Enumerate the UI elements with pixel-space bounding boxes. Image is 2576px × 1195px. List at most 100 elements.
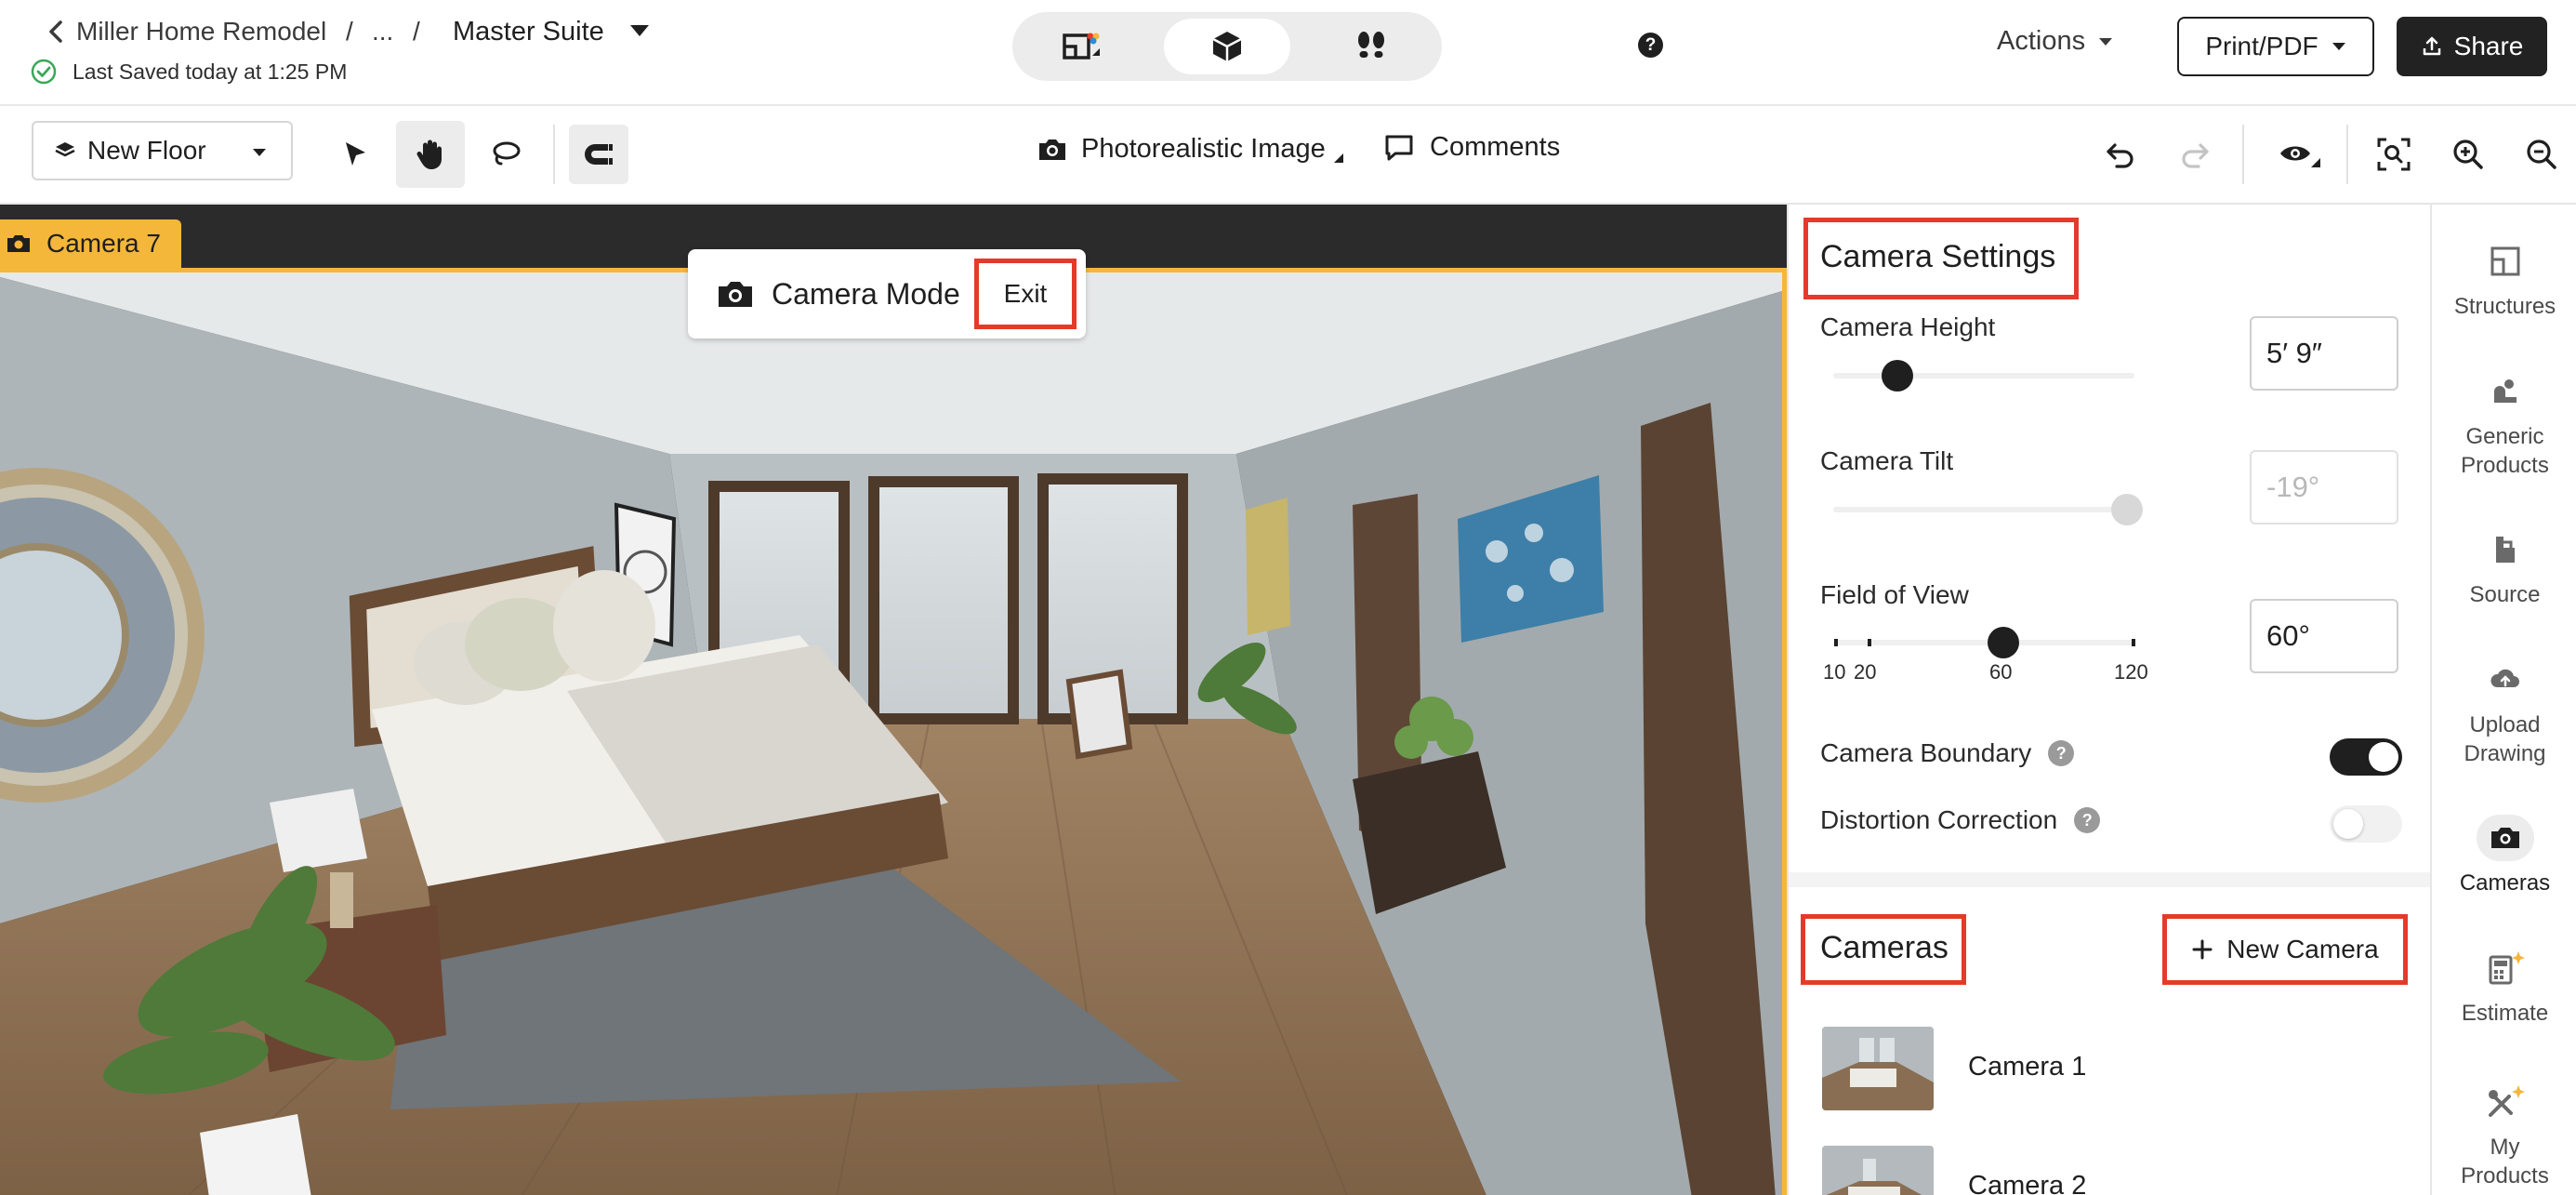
print-pdf-button[interactable]: Print/PDF xyxy=(2177,17,2374,76)
fov-tick-label: 120 xyxy=(2114,660,2148,684)
back-chevron-icon[interactable] xyxy=(46,19,65,45)
rail-item-upload-drawing[interactable]: Upload Drawing xyxy=(2432,657,2576,768)
camera-settings-title: Camera Settings xyxy=(1820,239,2056,274)
rail-item-structures[interactable]: Structures xyxy=(2432,238,2576,321)
new-camera-button[interactable]: New Camera xyxy=(2162,914,2408,985)
breadcrumb-ellipsis[interactable]: ... xyxy=(372,17,393,46)
rail-item-estimate[interactable]: Estimate xyxy=(2432,945,2576,1028)
floor-select-label: New Floor xyxy=(87,136,206,165)
active-camera-tag: Camera 7 xyxy=(0,219,181,268)
field-of-view-slider-handle[interactable] xyxy=(1988,627,2019,658)
rail-item-source[interactable]: Source xyxy=(2432,526,2576,609)
layers-icon xyxy=(55,142,75,157)
rail-item-label: Structures xyxy=(2453,294,2556,319)
new-camera-label: New Camera xyxy=(2226,935,2379,963)
camera-mode-banner: Camera Mode Exit xyxy=(688,249,1086,339)
generic-products-icon xyxy=(2477,368,2534,415)
comment-bubble-icon xyxy=(1385,135,1413,160)
share-label: Share xyxy=(2453,32,2524,60)
rail-item-cameras[interactable]: Cameras xyxy=(2432,815,2576,897)
rail-item-my-products[interactable]: My Products xyxy=(2432,1079,2576,1190)
breadcrumb-separator: / xyxy=(346,17,353,46)
distortion-correction-label: Distortion Correction xyxy=(1820,805,2058,834)
upload-cloud-icon xyxy=(2477,657,2534,703)
slider-tick-mark xyxy=(2132,639,2135,646)
plus-icon xyxy=(2192,939,2213,960)
help-icon[interactable]: ? xyxy=(2074,807,2101,833)
camera-height-slider-track[interactable] xyxy=(1833,373,2134,378)
camera-height-slider-handle[interactable] xyxy=(1882,360,1913,392)
rail-item-label: My Products xyxy=(2461,1135,2549,1188)
share-button[interactable]: Share xyxy=(2397,17,2547,76)
level-dropdown-chevron-icon[interactable] xyxy=(629,24,650,37)
actions-label: Actions xyxy=(1997,26,2086,56)
source-icon xyxy=(2477,526,2534,573)
camera-boundary-row: Camera Boundary ? xyxy=(1820,738,2075,768)
breadcrumb-project[interactable]: Miller Home Remodel xyxy=(76,17,326,46)
rail-item-generic-products[interactable]: Generic Products xyxy=(2432,368,2576,480)
photorealistic-image-label: Photorealistic Image xyxy=(1081,134,1326,164)
redo-icon xyxy=(2182,143,2209,168)
actions-menu[interactable]: Actions xyxy=(1997,26,2113,57)
structures-icon xyxy=(2477,238,2534,285)
redo-button[interactable] xyxy=(2160,121,2229,188)
zoom-out-icon xyxy=(2527,139,2556,169)
camera-icon xyxy=(2476,815,2534,861)
photorealistic-image-button[interactable]: Photorealistic Image xyxy=(1037,134,1344,165)
saved-status: Last Saved today at 1:25 PM xyxy=(73,60,348,84)
chevron-down-icon xyxy=(253,149,266,156)
camera-boundary-label: Camera Boundary xyxy=(1820,738,2032,767)
snap-magnet-button[interactable] xyxy=(569,125,628,184)
view-mode-toggle xyxy=(1012,12,1442,81)
camera-tilt-slider-track xyxy=(1833,507,2134,512)
camera-boundary-toggle[interactable] xyxy=(2330,738,2402,776)
camera-list-item-label: Camera 2 xyxy=(1968,1171,2087,1195)
help-icon[interactable]: ? xyxy=(1638,33,1663,58)
panel-divider xyxy=(1789,872,2432,887)
lasso-tool-button[interactable] xyxy=(471,121,540,188)
view-3d-button[interactable] xyxy=(1164,19,1290,74)
camera-icon xyxy=(719,282,752,307)
view-walkthrough-button[interactable] xyxy=(1308,19,1434,74)
camera-view-frame[interactable] xyxy=(0,268,1787,1195)
rail-item-label: Cameras xyxy=(2459,870,2551,896)
camera-settings-panel: Camera Settings Camera Height 5′ 9″ Came… xyxy=(1787,205,2432,1195)
footsteps-icon xyxy=(1358,32,1384,58)
camera-height-label: Camera Height xyxy=(1820,312,1996,341)
breadcrumb-current[interactable]: Master Suite xyxy=(453,17,604,47)
eye-icon xyxy=(2280,146,2320,167)
select-tool-button[interactable] xyxy=(321,121,390,188)
chevron-down-icon xyxy=(2332,43,2345,50)
toolbar: New Floor Photorealistic Image Comments xyxy=(0,106,2576,205)
camera-tilt-slider-handle xyxy=(2111,494,2143,525)
pan-tool-button[interactable] xyxy=(396,121,465,188)
camera-icon xyxy=(7,235,30,252)
print-pdf-label: Print/PDF xyxy=(2205,32,2318,60)
floorplan-2d-icon xyxy=(1063,33,1100,60)
share-upload-icon xyxy=(2423,36,2440,56)
3d-viewport[interactable]: Camera 7 Camera Mode Exit xyxy=(0,205,1787,1195)
visibility-button[interactable] xyxy=(2259,121,2343,188)
comments-button[interactable]: Comments xyxy=(1383,132,1560,163)
camera-height-input[interactable]: 5′ 9″ xyxy=(2250,316,2398,391)
camera-thumbnail xyxy=(1822,1027,1934,1110)
floor-select[interactable]: New Floor xyxy=(32,121,293,180)
help-icon[interactable]: ? xyxy=(2048,740,2075,766)
cube-3d-icon xyxy=(1212,32,1242,61)
rail-item-label: Estimate xyxy=(2461,1001,2549,1026)
view-2d-button[interactable] xyxy=(1020,19,1146,74)
slider-tick-mark xyxy=(1868,639,1871,646)
zoom-out-button[interactable] xyxy=(2507,121,2576,188)
distortion-correction-toggle[interactable] xyxy=(2330,805,2402,843)
exit-camera-mode-button[interactable]: Exit xyxy=(974,259,1077,329)
rail-item-label: Upload Drawing xyxy=(2464,712,2546,766)
undo-button[interactable] xyxy=(2086,121,2155,188)
breadcrumb-separator: / xyxy=(413,17,420,46)
camera-thumbnail xyxy=(1822,1146,1934,1195)
fit-view-button[interactable] xyxy=(2359,121,2428,188)
field-of-view-input[interactable]: 60° xyxy=(2250,599,2398,673)
field-of-view-slider-track[interactable] xyxy=(1833,640,2134,645)
zoom-in-button[interactable] xyxy=(2434,121,2503,188)
fov-tick-label: 20 xyxy=(1854,660,1877,684)
camera-mode-label: Camera Mode xyxy=(772,276,960,311)
